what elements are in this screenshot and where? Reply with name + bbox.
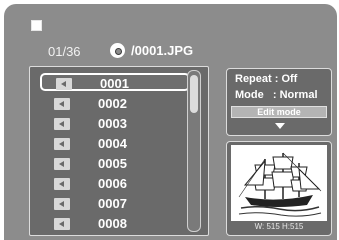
file-name: 0004 [98, 136, 127, 151]
disc-icon [110, 43, 125, 58]
image-file-icon [54, 98, 70, 110]
file-name: 0008 [98, 216, 127, 231]
file-row[interactable]: 0003 [40, 115, 190, 133]
down-arrow-icon[interactable] [275, 123, 285, 129]
screen: 01/36 /0001.JPG 0001 0002 0003 0004 0005… [4, 4, 337, 240]
file-path: /0001.JPG [131, 43, 194, 58]
image-file-icon [54, 138, 70, 150]
file-name: 0007 [98, 196, 127, 211]
file-list-panel: 0001 0002 0003 0004 0005 0006 0007 0008 [29, 66, 209, 236]
image-dimensions: W: 515 H:515 [254, 222, 304, 231]
image-file-icon [54, 118, 70, 130]
file-row[interactable]: 0007 [40, 195, 190, 213]
image-file-icon [54, 198, 70, 210]
image-file-icon [54, 218, 70, 230]
file-row[interactable]: 0008 [40, 215, 190, 233]
preview-panel: W: 515 H:515 [226, 141, 332, 236]
file-row[interactable]: 0005 [40, 155, 190, 173]
playback-info-panel: Repeat : Off Mode : Normal Edit mode [226, 68, 332, 136]
repeat-status: Repeat : Off [235, 73, 298, 85]
scrollbar-thumb[interactable] [190, 75, 198, 113]
scrollbar[interactable] [187, 70, 201, 232]
image-file-icon [54, 158, 70, 170]
file-row[interactable]: 0002 [40, 95, 190, 113]
file-name: 0001 [100, 76, 129, 91]
image-file-icon [54, 178, 70, 190]
mode-status: Mode : Normal [235, 89, 318, 101]
file-row[interactable]: 0004 [40, 135, 190, 153]
file-name: 0002 [98, 96, 127, 111]
file-name: 0003 [98, 116, 127, 131]
preview-thumbnail [231, 145, 327, 221]
stop-icon [31, 20, 42, 31]
file-row[interactable]: 0006 [40, 175, 190, 193]
edit-mode-button[interactable]: Edit mode [231, 106, 327, 118]
sailing-ship-image [238, 152, 322, 217]
file-row[interactable]: 0001 [40, 73, 190, 91]
file-name: 0005 [98, 156, 127, 171]
file-name: 0006 [98, 176, 127, 191]
image-file-icon [56, 78, 72, 90]
page-counter: 01/36 [48, 44, 81, 59]
